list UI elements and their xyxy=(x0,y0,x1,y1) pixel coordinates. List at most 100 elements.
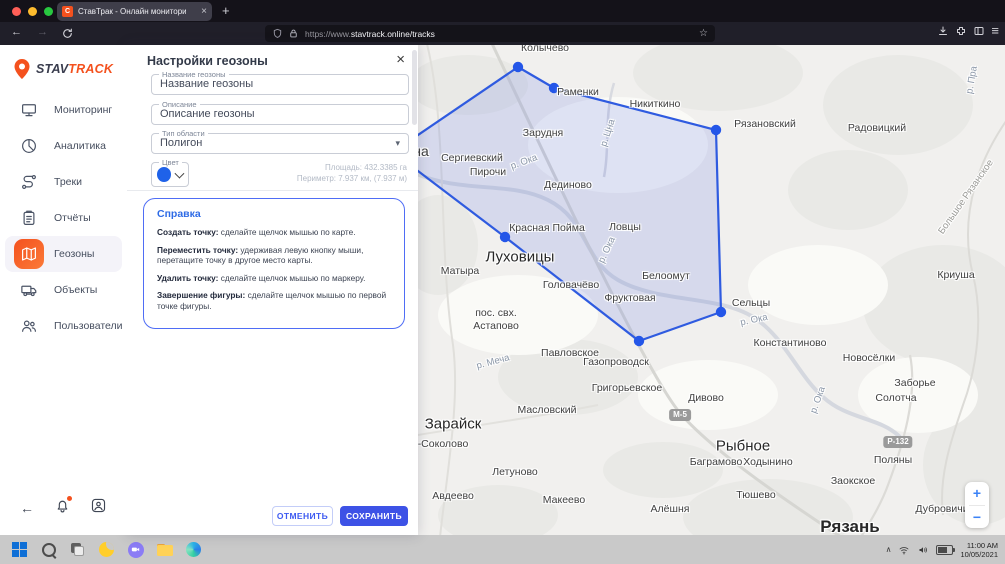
sidebar-item-analytics[interactable]: Аналитика xyxy=(5,128,122,164)
polygon-vertex[interactable] xyxy=(711,125,721,135)
tab-close-icon[interactable]: × xyxy=(201,7,207,17)
area-metric: Площадь: 432.3385 га xyxy=(297,162,407,173)
sidebar-item-geozones[interactable]: Геозоны xyxy=(5,236,122,272)
color-swatch[interactable] xyxy=(157,167,171,182)
maximize-window-button[interactable] xyxy=(44,7,53,16)
url-text[interactable]: https://www.stavtrack.online/tracks xyxy=(305,29,435,39)
map-label: Газопроводск xyxy=(583,356,649,368)
sidebar-item-tracks[interactable]: Треки xyxy=(5,164,122,200)
browser-tab[interactable]: С СтавТрак - Онлайн мониторин × xyxy=(57,2,212,21)
sidebar-toggle-icon[interactable] xyxy=(973,25,985,37)
description-field[interactable]: Описание Описание геозоны xyxy=(151,104,409,125)
zoom-in-button[interactable]: + xyxy=(965,482,989,505)
back-button[interactable]: ← xyxy=(11,26,22,38)
task-view-icon[interactable] xyxy=(69,541,86,558)
download-icon[interactable] xyxy=(937,25,949,37)
cancel-button[interactable]: ОТМЕНИТЬ xyxy=(272,506,333,526)
help-title: Справка xyxy=(157,208,391,220)
video-app-icon[interactable] xyxy=(127,541,144,558)
collapse-sidebar-icon[interactable]: ← xyxy=(20,500,34,516)
map-label: Никиткино xyxy=(630,98,681,110)
wifi-icon[interactable] xyxy=(898,544,910,556)
map-label: Зарайск xyxy=(425,416,482,433)
zoom-out-button[interactable]: − xyxy=(965,506,989,529)
taskbar: ∧ 11:00 AM 10/05/2021 xyxy=(0,535,1005,564)
help-item: Удалить точку: сделайте щелчок мышью по … xyxy=(157,273,391,284)
map-label: Новосёлки xyxy=(843,352,895,364)
close-window-button[interactable] xyxy=(12,7,21,16)
area-type-label: Тип области xyxy=(159,129,208,138)
sidebar-item-users[interactable]: Пользователи xyxy=(5,308,122,344)
polygon-vertex[interactable] xyxy=(716,307,726,317)
close-panel-icon[interactable]: × xyxy=(396,51,405,68)
help-item: Переместить точку: удерживая левую кнопк… xyxy=(157,245,391,266)
panel-scrollbar[interactable] xyxy=(412,50,417,125)
color-picker[interactable]: Цвет xyxy=(151,162,189,187)
extensions-puzzle-icon[interactable] xyxy=(955,25,967,37)
bookmark-star-icon[interactable]: ☆ xyxy=(699,28,708,39)
battery-icon[interactable] xyxy=(936,545,953,555)
edge-icon[interactable] xyxy=(185,541,202,558)
lock-icon xyxy=(288,28,299,39)
reload-button[interactable] xyxy=(61,27,74,40)
chevron-down-icon xyxy=(175,168,185,178)
app-content: STAVTRACK МониторингАналитикаТрекиОтчёты… xyxy=(0,45,1005,535)
map-label: Раменки xyxy=(557,86,599,98)
firefox-icon[interactable] xyxy=(98,541,115,558)
new-tab-button[interactable]: + xyxy=(222,3,230,18)
polygon-vertex[interactable] xyxy=(513,62,523,72)
select-caret-icon: ▾ xyxy=(395,138,400,149)
sidebar-nav: МониторингАналитикаТрекиОтчётыГеозоны Объ… xyxy=(0,92,127,344)
tray-chevron-icon[interactable]: ∧ xyxy=(886,545,892,554)
map-label: пос. свх. xyxy=(475,307,517,319)
road-badge: Р-132 xyxy=(883,436,912,448)
stavtrack-logo[interactable]: STAVTRACK xyxy=(10,57,113,81)
file-explorer-icon[interactable] xyxy=(156,541,173,558)
polygon-vertex[interactable] xyxy=(634,336,644,346)
clock[interactable]: 11:00 AM 10/05/2021 xyxy=(960,541,998,559)
perimeter-metric: Периметр: 7.937 км, (7.937 м) xyxy=(297,173,407,184)
geozone-name-label: Название геозоны xyxy=(159,70,229,79)
map-label: Красная Пойма xyxy=(509,222,585,234)
sidebar-item-reports[interactable]: Отчёты xyxy=(5,200,122,236)
map-label: Солотча xyxy=(875,392,916,404)
window-controls[interactable] xyxy=(12,7,53,16)
tab-title: СтавТрак - Онлайн мониторин xyxy=(78,7,186,16)
map[interactable]: КолычёвоРаменкиНикиткиноРязановскийРадов… xyxy=(418,45,1005,535)
save-button[interactable]: СОХРАНИТЬ xyxy=(340,506,408,526)
sidebar-item-objects[interactable]: Объекты xyxy=(5,272,122,308)
map-label: Масловский xyxy=(517,404,576,416)
users-icon xyxy=(14,311,44,341)
taskbar-search-icon[interactable] xyxy=(40,541,57,558)
monitor-icon xyxy=(14,95,44,125)
geozone-name-field[interactable]: Название геозоны Название геозоны xyxy=(151,74,409,95)
map-label: Зарудня xyxy=(523,127,563,139)
url-bar[interactable]: https://www.stavtrack.online/tracks ☆ xyxy=(265,25,715,42)
start-button[interactable] xyxy=(11,541,28,558)
notifications-bell-icon[interactable] xyxy=(54,497,71,519)
help-item: Завершение фигуры: сделайте щелчок мышью… xyxy=(157,290,391,311)
menu-hamburger-icon[interactable]: ≡ xyxy=(991,25,999,37)
map-label: на xyxy=(418,143,429,159)
map-label: -Соколово xyxy=(418,438,468,450)
notification-dot xyxy=(67,496,72,501)
profile-icon[interactable] xyxy=(90,497,107,519)
panel-divider xyxy=(127,190,418,191)
map-icon xyxy=(14,239,44,269)
map-label: Макеево xyxy=(543,494,585,506)
logo-text-stav: STAV xyxy=(36,62,68,76)
browser-toolbar: ← → https://www.stavtrack.online/tracks … xyxy=(0,22,1005,45)
area-type-select[interactable]: Тип области Полигон ▾ xyxy=(151,133,409,154)
sidebar-item-monitoring[interactable]: Мониторинг xyxy=(5,92,122,128)
map-label: Ходынино xyxy=(743,456,792,468)
sidebar-item-label: Объекты xyxy=(54,284,97,296)
forward-button[interactable]: → xyxy=(37,26,48,38)
map-zoom-control[interactable]: + − xyxy=(965,482,989,528)
volume-icon[interactable] xyxy=(917,544,929,556)
minimize-window-button[interactable] xyxy=(28,7,37,16)
sidebar-item-label: Пользователи xyxy=(54,320,123,332)
map-label: Сергиевский xyxy=(441,152,503,164)
map-label: Тюшево xyxy=(736,489,775,501)
map-label: Авдеево xyxy=(432,490,474,502)
map-label: Колычёво xyxy=(521,45,569,54)
